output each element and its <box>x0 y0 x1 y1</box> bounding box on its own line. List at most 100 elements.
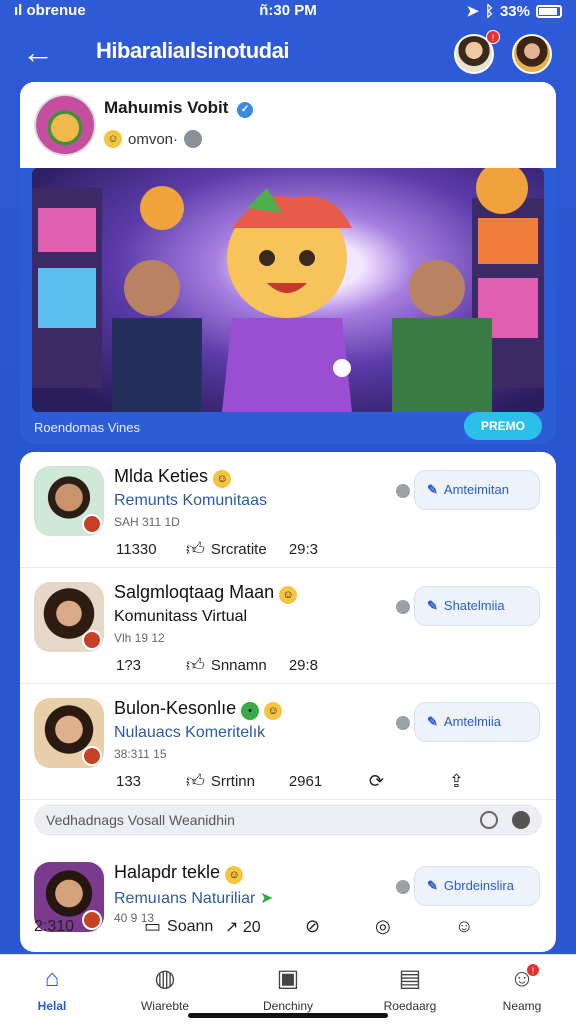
nav-item-profile[interactable]: ☺ Neamg <box>472 965 572 1013</box>
reply-icon: ↗ <box>225 918 239 936</box>
nav-item-home[interactable]: ⌂ Helal <box>2 965 102 1013</box>
post-stats: 11330 👍︎ Srcratite 29:3 <box>116 538 318 560</box>
list-item[interactable]: Halapdr tekle ☺ Remuıans Naturiliar ➤ 40… <box>20 848 556 952</box>
post-stats: 2:310 ▭ Soann ↗ 20 ⊘ ◎ ☺ <box>34 916 473 937</box>
featured-caption: Roendomas Vines <box>34 420 140 435</box>
post-title: Bulon-Kesonlıe • ☺ <box>114 698 283 720</box>
author-subtitle-row: ☺ omvon· <box>104 130 203 148</box>
post-stats: 133 👍︎ Srrtinn 2961 ⟳ ⇪ <box>116 770 464 792</box>
edit-icon: ✎ <box>427 878 438 893</box>
avatar-badge-icon <box>82 630 102 650</box>
nav-label: Neamg <box>502 999 542 1013</box>
nav-label: Helal <box>37 999 67 1013</box>
thumbs-up-icon[interactable]: 👍︎ <box>186 538 205 560</box>
action-button[interactable]: ✎ Gbrdeinslira <box>414 866 540 906</box>
smile-emoji-icon: ☺ <box>225 866 244 884</box>
battery-icon <box>536 4 562 18</box>
status-dot-icon <box>396 880 410 894</box>
thumbs-up-icon[interactable]: 👍︎ <box>186 654 205 676</box>
search-placeholder: Vedhadnags Vosall Weanidhin <box>46 812 235 828</box>
status-dot-icon <box>396 484 410 498</box>
status-dot-icon <box>396 716 410 730</box>
community-list: Mlda Keties ☺ Remunts Komunitaas SAH 311… <box>20 452 556 952</box>
action-button[interactable]: ✎ Amteimitan <box>414 470 540 510</box>
post-title: Mlda Keties ☺ <box>114 466 232 488</box>
smile-emoji-icon: ☺ <box>279 586 298 604</box>
back-arrow-icon[interactable]: ← <box>22 34 54 70</box>
post-meta: 38:311 15 <box>114 747 167 761</box>
nav-item-chat[interactable]: ▤ Roedaarg <box>360 965 460 1013</box>
action-button[interactable]: ✎ Amtelmiia <box>414 702 540 742</box>
compass-icon[interactable]: ⊘ <box>305 916 375 937</box>
post-title: Salgmloqtaag Maan ☺ <box>114 582 298 604</box>
smile-emoji-icon: ☺ <box>264 702 283 720</box>
post-avatar[interactable] <box>34 698 104 768</box>
premium-button[interactable]: PREMO <box>464 412 542 440</box>
notification-badge: ! <box>486 30 500 44</box>
header-avatar-2[interactable] <box>512 34 552 74</box>
location-icon: ➤ <box>466 3 479 20</box>
smile-emoji-icon: ☺ <box>104 130 122 148</box>
post-time: 29:8 <box>288 656 319 674</box>
edit-icon: ✎ <box>427 714 438 729</box>
avatar-badge-icon <box>82 746 102 766</box>
action-button[interactable]: ✎ Shatelmiia <box>414 586 540 626</box>
post-count: 1?3 <box>116 656 142 674</box>
smile-emoji-icon: ☺ <box>213 470 232 488</box>
arcade-illustration <box>32 168 544 412</box>
author-subtitle: omvon· <box>128 130 179 148</box>
post-stats: 1?3 👍︎ Snnamn 29:8 <box>116 654 318 676</box>
edit-icon: ✎ <box>427 598 438 613</box>
author-name-row: Mahuımis Vobit ✓ <box>104 98 254 118</box>
featured-card[interactable]: Mahuımis Vobit ✓ ☺ omvon· Roendomas Vine… <box>20 82 556 444</box>
list-item[interactable]: Mlda Keties ☺ Remunts Komunitaas SAH 311… <box>20 452 556 568</box>
avatar-badge-icon <box>82 514 102 534</box>
share-icon[interactable]: ⇪ <box>449 771 464 792</box>
featured-image[interactable] <box>32 168 544 412</box>
post-time: ↗ 20 <box>225 918 261 936</box>
post-community: Komunitass Virtual <box>114 608 248 625</box>
post-community: Remunts Komunitaas <box>114 492 267 509</box>
post-avatar[interactable] <box>34 466 104 536</box>
list-item[interactable]: Salgmloqtaag Maan ☺ Komunitass Virtual V… <box>20 568 556 684</box>
post-meta: Vlh 19 12 <box>114 631 165 645</box>
alert-icon[interactable]: ◎ <box>375 916 455 937</box>
gallery-icon: ▣ <box>276 965 300 992</box>
comment-icon[interactable]: ▭ <box>144 916 161 937</box>
like-label: Snnamn <box>210 656 267 674</box>
nav-notification-badge: ! <box>526 963 540 977</box>
chat-icon: ▤ <box>398 965 422 992</box>
post-meta: SAH 311 1D <box>114 515 180 529</box>
nav-label: Denchiny <box>262 999 314 1013</box>
explore-icon: ◍ <box>154 965 176 992</box>
battery-percent: 33% <box>499 2 530 20</box>
list-item[interactable]: Bulon-Kesonlıe • ☺ Nulauacs Komeritelık … <box>20 684 556 800</box>
settings-icon[interactable] <box>512 811 530 829</box>
page-title: Hibaraliaılsinotudai <box>96 38 289 63</box>
home-icon: ⌂ <box>44 965 60 992</box>
globe-icon <box>184 130 203 148</box>
thumbs-up-icon[interactable]: 👍︎ <box>186 770 205 792</box>
post-community: Nulauacs Komeritelık <box>114 724 266 741</box>
post-count: 11330 <box>116 540 157 558</box>
search-input[interactable]: Vedhadnags Vosall Weanidhin <box>34 804 542 836</box>
like-label: Soann <box>167 917 214 935</box>
author-name: Mahuımis Vobit <box>104 98 229 117</box>
nav-item-explore[interactable]: ◍ Wiarebte <box>115 965 215 1013</box>
featured-author-row: Mahuımis Vobit ✓ ☺ omvon· <box>20 82 556 168</box>
author-avatar[interactable] <box>34 94 96 156</box>
user-icon[interactable]: ☺ <box>455 916 473 937</box>
post-avatar[interactable] <box>34 582 104 652</box>
post-time: 2961 <box>288 772 323 790</box>
post-count: 2:310 <box>34 917 75 935</box>
refresh-icon[interactable]: ⟳ <box>369 771 449 792</box>
green-badge-icon: • <box>241 702 260 720</box>
post-community: Remuıans Naturiliar ➤ <box>114 890 274 907</box>
like-label: Srrtinn <box>210 772 255 790</box>
status-icons: ➤ ᛒ 33% <box>466 2 562 20</box>
home-indicator <box>188 1013 388 1018</box>
camera-icon[interactable] <box>480 811 498 829</box>
app-header: ← Hibaraliaılsinotudai ! <box>0 28 576 78</box>
nav-item-gallery[interactable]: ▣ Denchiny <box>238 965 338 1013</box>
post-time: 29:3 <box>288 540 319 558</box>
